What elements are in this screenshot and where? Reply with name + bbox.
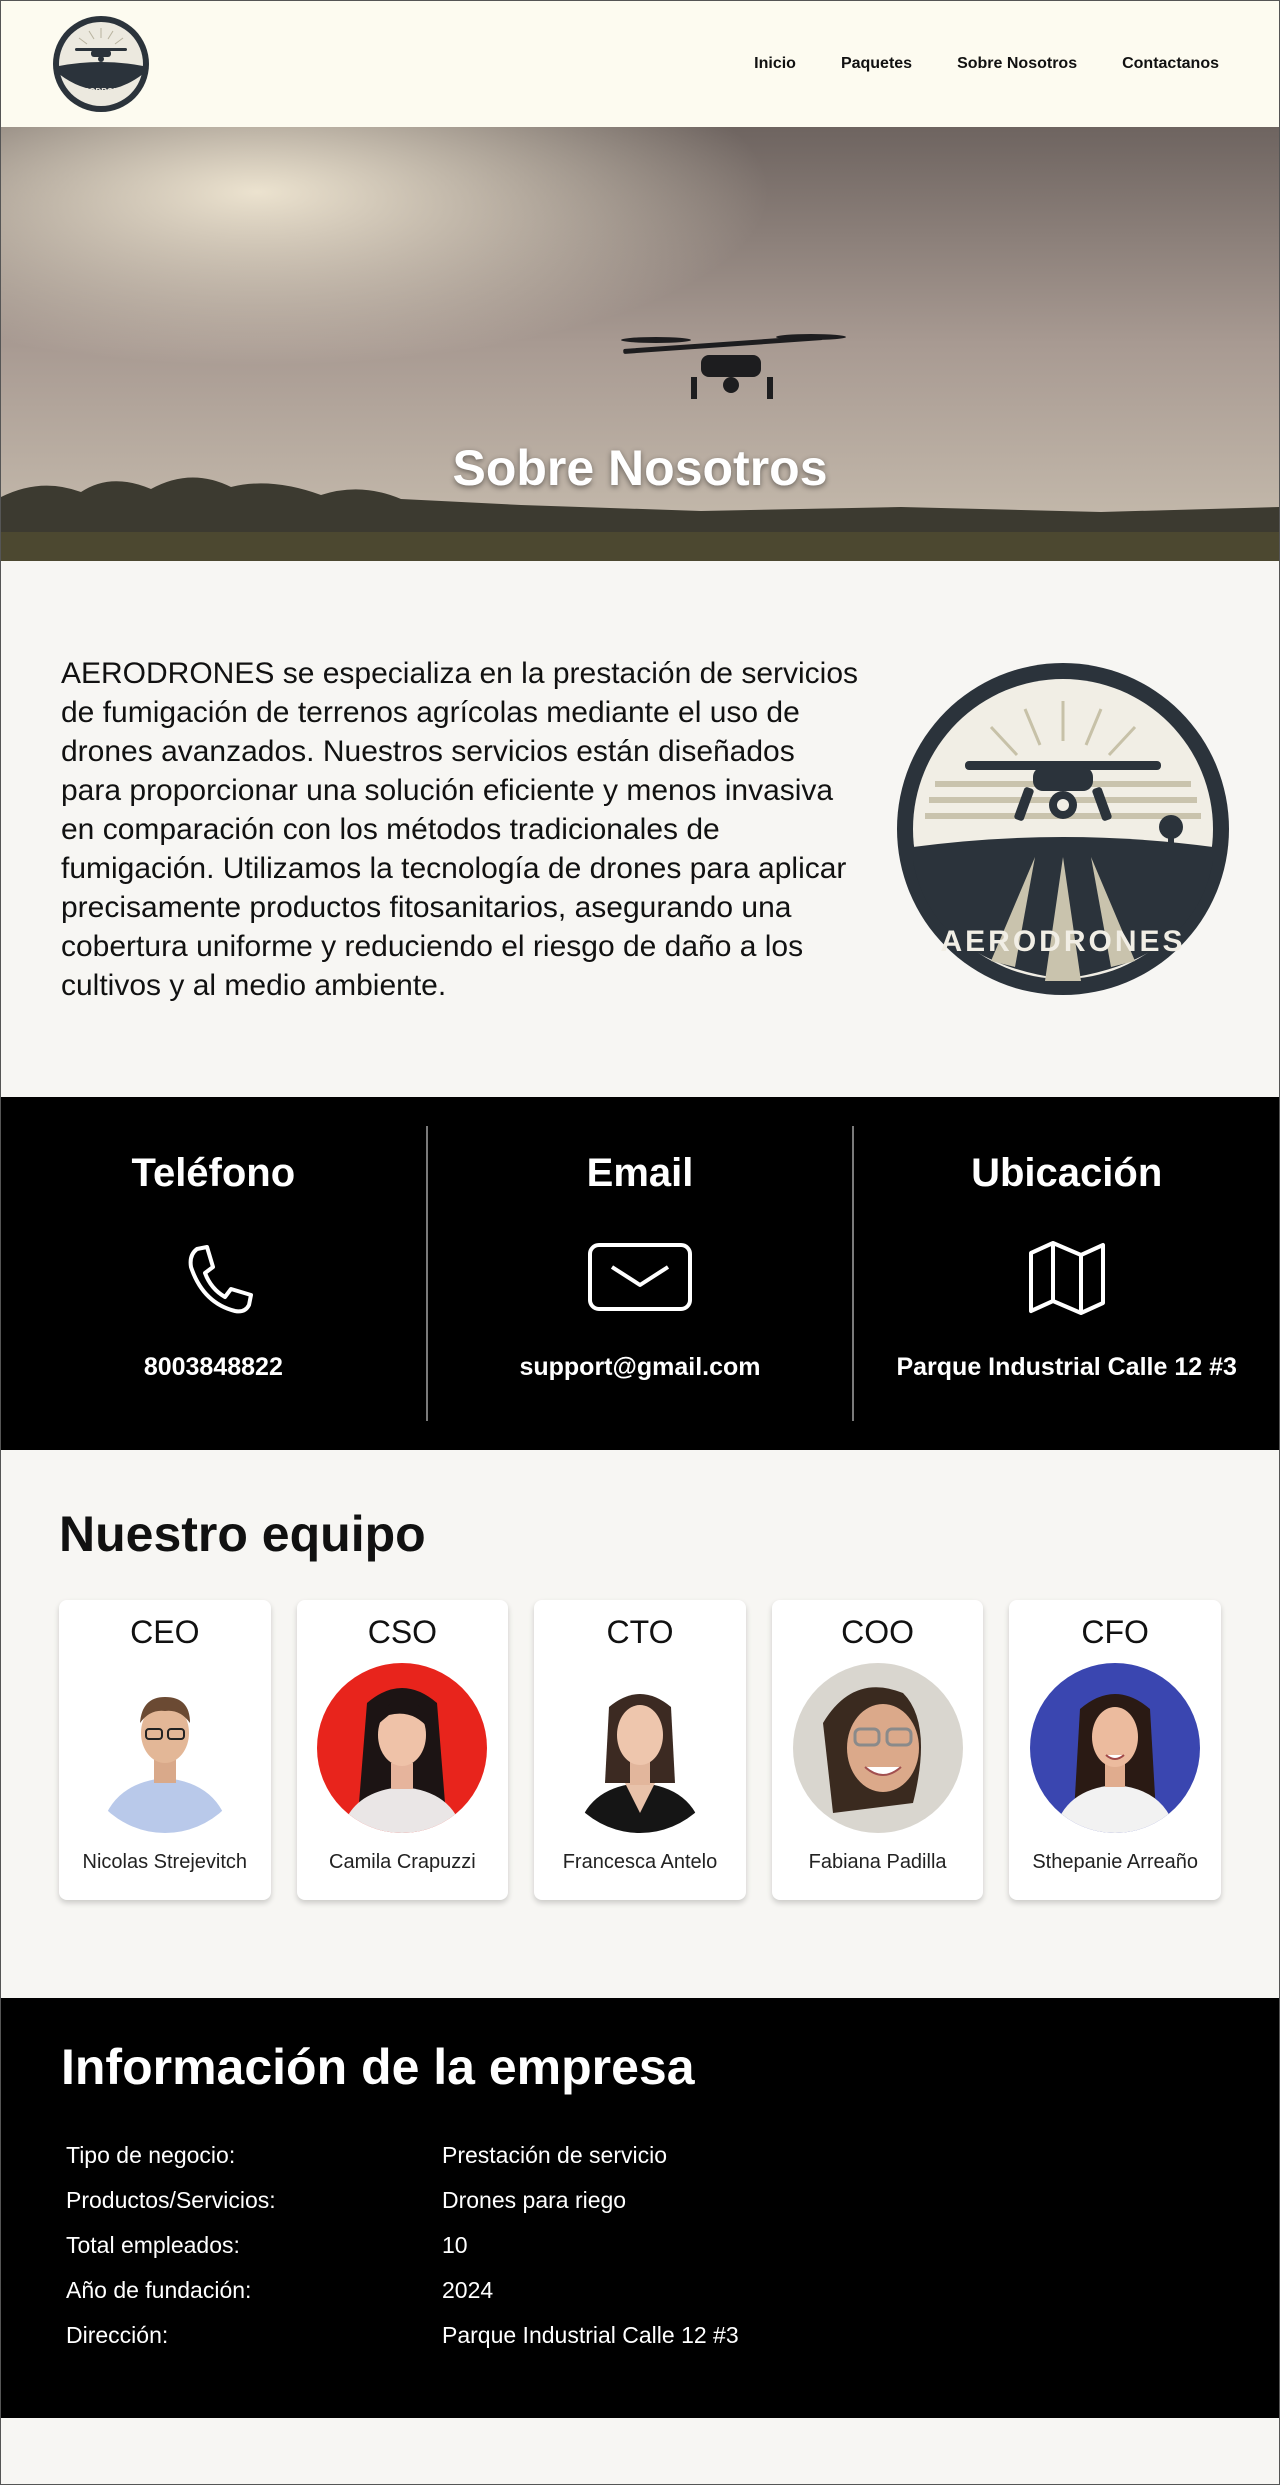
company-info-label: Tipo de negocio: bbox=[66, 2142, 236, 2168]
company-info-section: Información de la empresa Tipo de negoci… bbox=[1, 1998, 1279, 2418]
company-info-label: Dirección: bbox=[66, 2322, 169, 2348]
nav-paquetes[interactable]: Paquetes bbox=[841, 55, 912, 73]
team-heading: Nuestro equipo bbox=[59, 1506, 426, 1562]
contact-location-title: Ubicación bbox=[971, 1151, 1163, 1195]
team-cards: CEO Nicolas Strejevitch CSO Camila Crapu… bbox=[59, 1600, 1221, 1900]
brand-logo[interactable]: AERODRONES bbox=[51, 14, 151, 114]
contact-band: Teléfono 8003848822 Email support@gmail.… bbox=[1, 1097, 1279, 1450]
about-logo-wordmark: AERODRONES bbox=[940, 925, 1185, 958]
team-member-photo bbox=[792, 1663, 963, 1833]
company-info-value: Parque Industrial Calle 12 #3 bbox=[442, 2322, 739, 2348]
company-info-row: Productos/Servicios: Drones para riego bbox=[61, 2187, 1219, 2232]
team-card-name: Francesca Antelo bbox=[562, 1851, 718, 1873]
main-nav: Inicio Paquetes Sobre Nosotros Contactan… bbox=[754, 55, 1219, 73]
phone-icon bbox=[153, 1233, 273, 1323]
contact-phone: Teléfono 8003848822 bbox=[1, 1126, 426, 1421]
team-card-name: Nicolas Strejevitch bbox=[82, 1851, 248, 1873]
page-footer bbox=[1, 2418, 1279, 2484]
team-card-role: COO bbox=[841, 1614, 915, 1650]
team-member-photo bbox=[79, 1663, 250, 1833]
company-info-row: Tipo de negocio: Prestación de servicio bbox=[61, 2142, 1219, 2187]
team-member-photo bbox=[1030, 1663, 1201, 1833]
about-description: AERODRONES se especializa en la prestaci… bbox=[61, 656, 859, 1002]
team-card-name: Camila Crapuzzi bbox=[329, 1851, 476, 1873]
company-info-row: Año de fundación: 2024 bbox=[61, 2277, 1219, 2322]
contact-email: Email support@gmail.com bbox=[425, 1126, 853, 1421]
team-card: COO Fabiana Padilla bbox=[771, 1600, 984, 1900]
team-card: CTO Francesca Antelo bbox=[534, 1600, 746, 1900]
company-info-label: Productos/Servicios: bbox=[66, 2187, 276, 2213]
hero-banner: Sobre Nosotros bbox=[1, 127, 1279, 561]
company-info-row: Dirección: Parque Industrial Calle 12 #3 bbox=[61, 2322, 1219, 2367]
team-card: CFO Sthepanie Arreaño bbox=[1009, 1600, 1221, 1900]
contact-phone-title: Teléfono bbox=[131, 1151, 296, 1195]
team-card-name: Sthepanie Arreaño bbox=[1032, 1851, 1199, 1873]
team-member-photo bbox=[317, 1663, 488, 1833]
team-section: Nuestro equipo CEO Nicolas Strejevitch C… bbox=[1, 1450, 1279, 1998]
team-card-role: CTO bbox=[606, 1614, 674, 1650]
about-logo: AERODRONES bbox=[895, 661, 1231, 997]
team-card-role: CFO bbox=[1081, 1614, 1149, 1650]
contact-email-title: Email bbox=[586, 1151, 694, 1195]
logo-wordmark: AERODRONES bbox=[72, 87, 130, 96]
company-info-row: Total empleados: 10 bbox=[61, 2232, 1219, 2277]
company-info-heading: Información de la empresa bbox=[61, 2039, 695, 2095]
team-card: CSO Camila Crapuzzi bbox=[296, 1600, 509, 1900]
team-member-photo bbox=[554, 1663, 725, 1833]
contact-phone-value[interactable]: 8003848822 bbox=[144, 1353, 283, 1382]
team-card-role: CEO bbox=[130, 1614, 200, 1650]
team-card-role: CSO bbox=[367, 1614, 438, 1650]
company-info-value: Prestación de servicio bbox=[442, 2142, 667, 2168]
team-card: CEO Nicolas Strejevitch bbox=[59, 1600, 271, 1900]
contact-location: Ubicación Parque Industrial Calle 12 #3 bbox=[852, 1126, 1279, 1421]
nav-contactanos[interactable]: Contactanos bbox=[1122, 55, 1219, 73]
company-info-label: Total empleados: bbox=[66, 2232, 240, 2258]
team-card-name: Fabiana Padilla bbox=[808, 1851, 947, 1873]
map-icon bbox=[1007, 1233, 1127, 1323]
nav-inicio[interactable]: Inicio bbox=[754, 55, 796, 73]
contact-location-value: Parque Industrial Calle 12 #3 bbox=[896, 1353, 1237, 1381]
company-info-value: 10 bbox=[442, 2232, 468, 2258]
company-info-value: 2024 bbox=[442, 2277, 494, 2303]
company-info-value: Drones para riego bbox=[442, 2187, 627, 2213]
envelope-icon bbox=[580, 1233, 700, 1323]
site-header: AERODRONES Inicio Paquetes Sobre Nosotro… bbox=[1, 1, 1279, 127]
contact-email-value[interactable]: support@gmail.com bbox=[519, 1353, 760, 1382]
page-title: Sobre Nosotros bbox=[452, 440, 828, 496]
company-info-label: Año de fundación: bbox=[66, 2277, 252, 2303]
about-section: AERODRONES se especializa en la prestaci… bbox=[1, 561, 1279, 1097]
nav-sobre-nosotros[interactable]: Sobre Nosotros bbox=[957, 55, 1077, 73]
